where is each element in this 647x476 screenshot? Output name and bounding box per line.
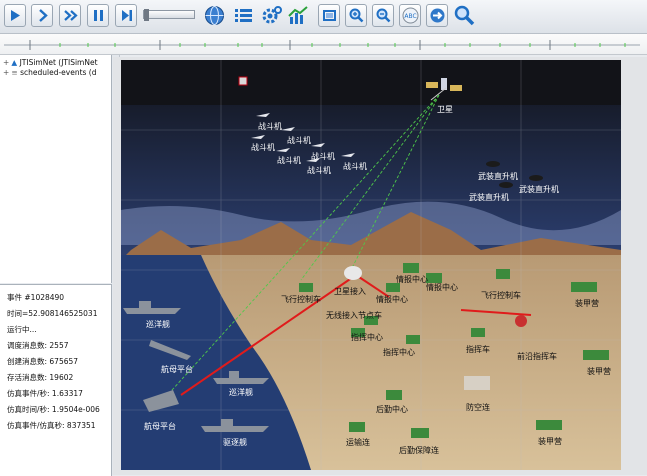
- tree-item-label: JTISimNet (JTISimNet: [19, 58, 98, 67]
- play-icon: [11, 10, 20, 21]
- run-status: 运行中...: [7, 325, 37, 334]
- tree-item-label: scheduled-events (d: [20, 68, 97, 77]
- scheduled-messages: 调度消息数: 2557: [7, 341, 69, 350]
- speed-slider-knob[interactable]: [144, 9, 149, 21]
- labels-toggle-button[interactable]: ABC: [399, 4, 421, 27]
- air-control-label: 飞行控制车: [481, 290, 521, 300]
- fast-forward-icon: [64, 10, 78, 21]
- globe-button[interactable]: [203, 4, 226, 27]
- abc-label-icon: ABC: [402, 7, 419, 24]
- fighter-label-7: 战斗机: [307, 165, 331, 175]
- fighter-label-4: 战斗机: [311, 151, 335, 161]
- intel-center-label-1: 情报中心: [396, 274, 428, 284]
- transport-label: 运输连: [346, 437, 370, 447]
- abc-label: ABC: [404, 13, 416, 20]
- carrier-label-2: 航母平台: [144, 421, 176, 431]
- status-panel: 事件 #1028490 时间=52.908146525031 运行中... 调度…: [0, 284, 112, 476]
- command-center-label-2: 指挥中心: [383, 347, 415, 357]
- chart-icon: [288, 6, 308, 24]
- zoom-in-button[interactable]: [345, 4, 367, 27]
- cruiser-label: 驱逐舰: [223, 437, 247, 447]
- timeline-scale: [4, 40, 640, 50]
- events-per-simsecond: 仿真事件/仿真秒: 837351: [7, 421, 96, 430]
- expand-icon[interactable]: +: [3, 68, 9, 78]
- alive-messages: 存活消息数: 19602: [7, 373, 74, 382]
- air-defense-label: 防空连: [466, 402, 490, 412]
- zoom-in-icon: [349, 8, 364, 23]
- front-command-icon[interactable]: [515, 315, 527, 327]
- intel-center-label-3: 情报中心: [376, 294, 408, 304]
- fit-window-icon: [323, 10, 336, 21]
- settings-icon: [262, 6, 282, 24]
- destroyer-label-2: 巡洋舰: [229, 387, 253, 397]
- events-per-second: 仿真事件/秒: 1.63317: [7, 389, 83, 398]
- event-number: 事件 #1028490: [7, 293, 65, 302]
- armor-camp-label-2: 装甲营: [587, 366, 611, 376]
- intel-center-label-2: 情报中心: [426, 282, 458, 292]
- sim-time: 时间=52.908146525031: [7, 309, 98, 318]
- forward-button[interactable]: [426, 4, 448, 27]
- list-icon: [235, 9, 252, 22]
- helicopter-label-1: 武装直升机: [478, 171, 518, 181]
- fighter-label-2: 战斗机: [287, 135, 311, 145]
- pause-icon: [94, 10, 103, 21]
- chart-button[interactable]: [287, 4, 310, 27]
- network-canvas[interactable]: 卫星 战斗机 战斗机 战斗机 战斗机 战斗机 战斗机 战斗机 武装直升机 武装直…: [113, 57, 647, 475]
- fighter-label-5: 战斗机: [277, 155, 301, 165]
- queue-icon: ≡: [11, 68, 18, 77]
- object-tree[interactable]: + ▲ JTISimNet (JTISimNet + ≡ scheduled-e…: [0, 55, 112, 283]
- list-button[interactable]: [232, 4, 255, 27]
- zoom-out-button[interactable]: [372, 4, 394, 27]
- created-messages: 创建消息数: 675657: [7, 357, 79, 366]
- fighter-label-6: 战斗机: [343, 161, 367, 171]
- fighter-label-3: 战斗机: [251, 142, 275, 152]
- speed-slider[interactable]: [143, 9, 195, 21]
- settings-button[interactable]: [260, 4, 283, 27]
- globe-icon: [205, 6, 224, 25]
- logistics-center-label: 后勤中心: [376, 404, 408, 414]
- pause-button[interactable]: [87, 4, 109, 27]
- battlefield-map[interactable]: 卫星 战斗机 战斗机 战斗机 战斗机 战斗机 战斗机 战斗机 武装直升机 武装直…: [121, 60, 621, 470]
- destroyer-label: 巡洋舰: [146, 319, 170, 329]
- step-end-button[interactable]: [115, 4, 137, 27]
- step-icon: [39, 9, 48, 22]
- zoom-out-icon: [376, 8, 391, 23]
- event-timeline[interactable]: [0, 34, 647, 55]
- tree-item-jtisimnet[interactable]: + ▲ JTISimNet (JTISimNet: [3, 58, 98, 68]
- tree-item-scheduled-events[interactable]: + ≡ scheduled-events (d: [3, 68, 97, 78]
- helicopter-label-3: 武装直升机: [469, 192, 509, 202]
- toolbar: ABC: [0, 0, 647, 34]
- control-vehicle-label: 飞行控制车: [281, 294, 321, 304]
- air-defense-icon[interactable]: [464, 376, 490, 390]
- emblem-icon: [238, 76, 248, 86]
- front-command-label: 前沿指挥车: [517, 351, 557, 361]
- command-vehicle-label: 指挥车: [466, 344, 490, 354]
- expand-icon[interactable]: +: [3, 58, 9, 68]
- carrier-label-1: 航母平台: [161, 364, 193, 374]
- step-end-icon: [122, 10, 132, 21]
- command-center-label-1: 指挥中心: [351, 332, 383, 342]
- helicopter-label-2: 武装直升机: [519, 184, 559, 194]
- radar-dish-icon[interactable]: [344, 266, 362, 280]
- search-icon: [454, 5, 475, 26]
- simtime-per-second: 仿真时间/秒: 1.9504e-006: [7, 405, 100, 414]
- arrow-right-icon: [430, 8, 445, 23]
- step-button[interactable]: [31, 4, 53, 27]
- network-icon: ▲: [11, 58, 18, 67]
- sat-receiver-label: 卫星接入: [334, 286, 366, 296]
- fast-forward-button[interactable]: [59, 4, 81, 27]
- fit-window-button[interactable]: [318, 4, 340, 27]
- support-label: 后勤保障连: [399, 445, 439, 455]
- armor-camp-label-1: 装甲营: [575, 298, 599, 308]
- space-band: [121, 60, 621, 105]
- play-button[interactable]: [4, 4, 26, 27]
- armor-camp-label-3: 装甲营: [538, 436, 562, 446]
- wireless-node-label: 无线接入节点车: [326, 310, 382, 320]
- satellite-label: 卫星: [437, 105, 453, 114]
- search-button[interactable]: [453, 4, 476, 27]
- fighter-label-1: 战斗机: [258, 121, 282, 131]
